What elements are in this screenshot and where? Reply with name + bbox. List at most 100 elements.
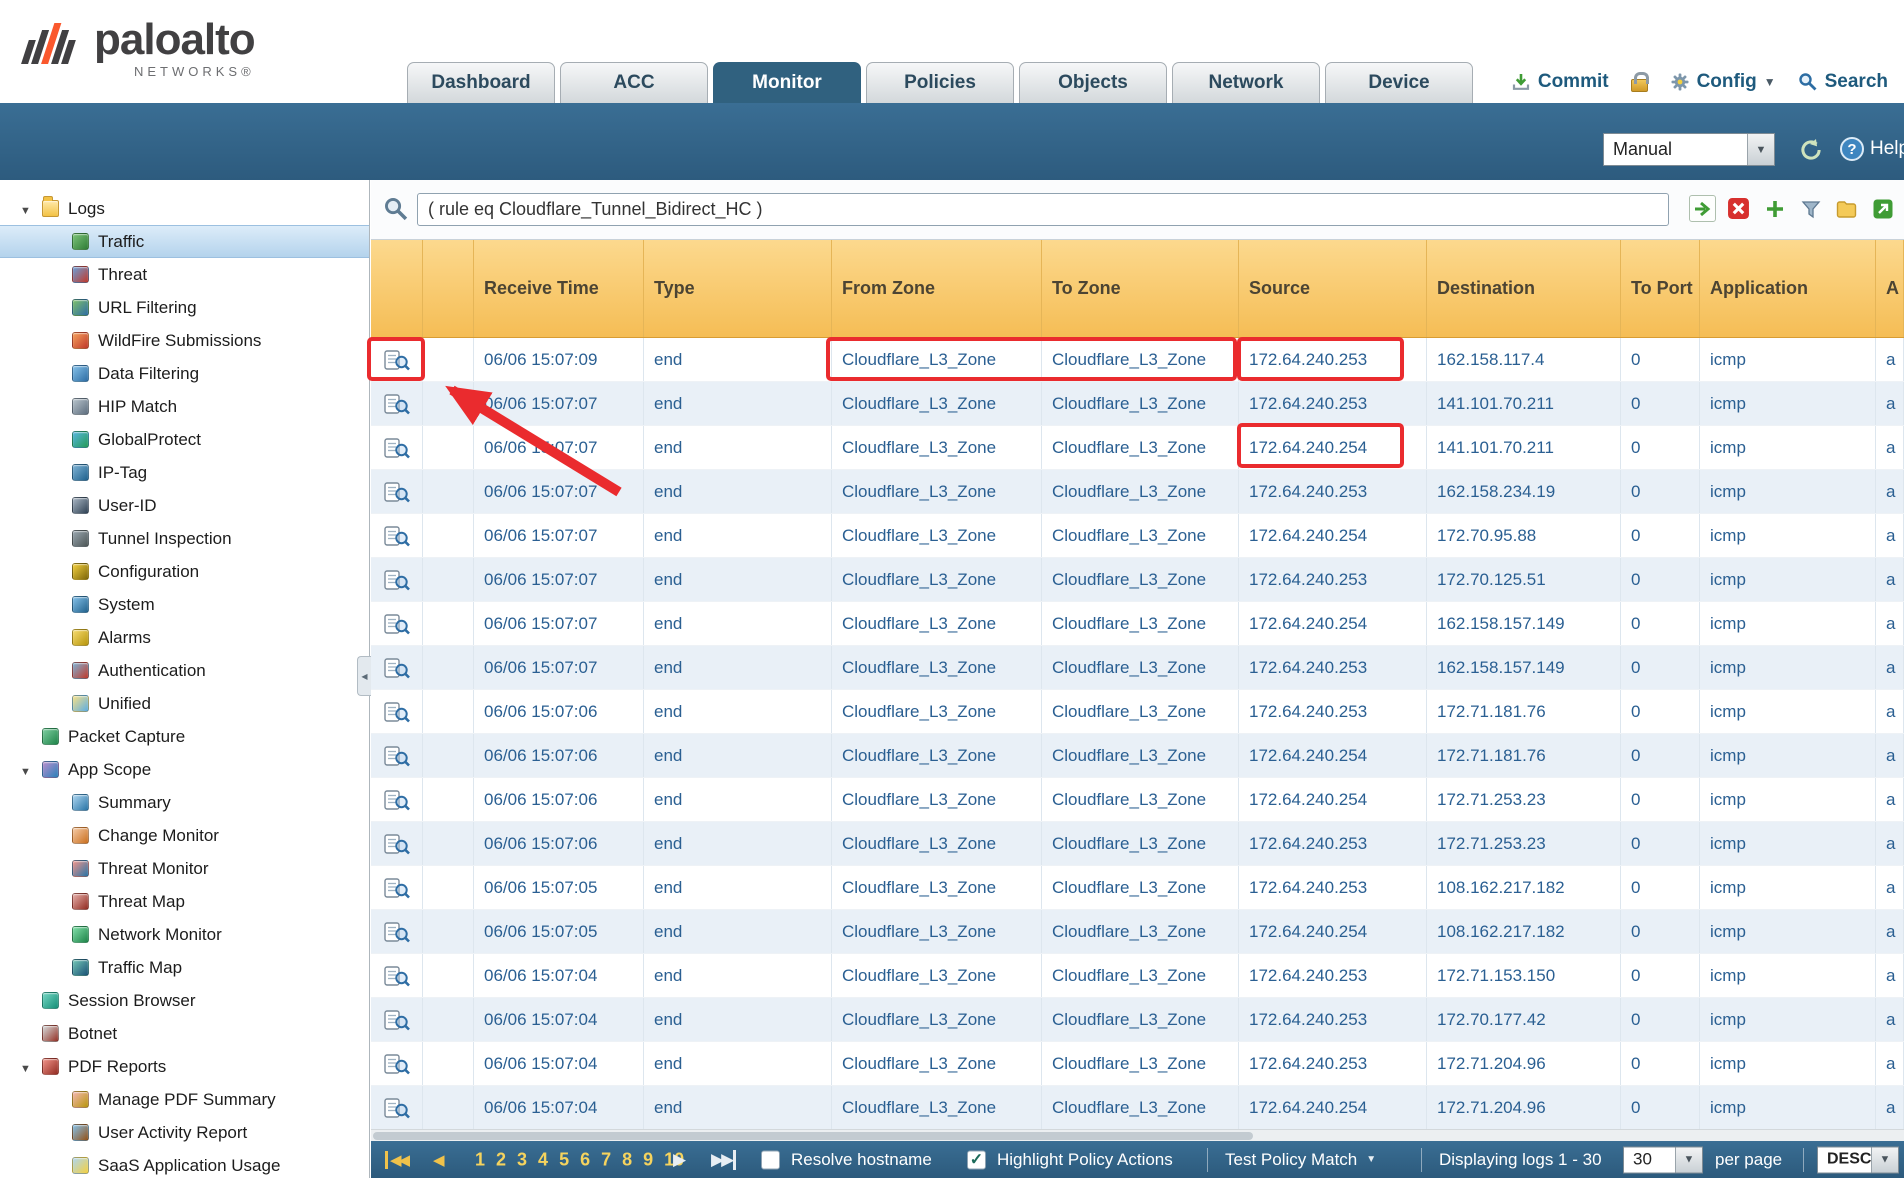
sidebar-item-user-id[interactable]: User-ID <box>0 489 369 522</box>
log-detail-button[interactable] <box>371 338 423 381</box>
sidebar-item-pdf-reports[interactable]: PDF Reports <box>0 1050 369 1083</box>
column-header-to-zone[interactable]: To Zone <box>1042 240 1239 337</box>
load-filter-button[interactable] <box>1833 195 1860 222</box>
page-number[interactable]: 6 <box>580 1149 590 1170</box>
page-number[interactable]: 4 <box>538 1149 548 1170</box>
table-row[interactable]: 06/06 15:07:06 end Cloudflare_L3_Zone Cl… <box>371 822 1904 866</box>
table-row[interactable]: 06/06 15:07:07 end Cloudflare_L3_Zone Cl… <box>371 470 1904 514</box>
log-detail-button[interactable] <box>371 514 423 557</box>
column-header-application[interactable]: Application <box>1700 240 1876 337</box>
table-row[interactable]: 06/06 15:07:06 end Cloudflare_L3_Zone Cl… <box>371 778 1904 822</box>
column-header-source[interactable]: Source <box>1239 240 1427 337</box>
previous-page-button[interactable] <box>433 1151 442 1169</box>
chevron-down-icon[interactable] <box>1871 1147 1898 1172</box>
log-detail-button[interactable] <box>371 602 423 645</box>
sidebar-item-wildfire-submissions[interactable]: WildFire Submissions <box>0 324 369 357</box>
log-detail-button[interactable] <box>371 558 423 601</box>
sidebar-item-traffic-map[interactable]: Traffic Map <box>0 951 369 984</box>
chevron-down-icon[interactable] <box>1675 1147 1702 1172</box>
log-detail-button[interactable] <box>371 866 423 909</box>
page-number[interactable]: 8 <box>622 1149 632 1170</box>
save-filter-button[interactable] <box>1797 195 1824 222</box>
last-page-button[interactable] <box>711 1150 736 1170</box>
column-header-action[interactable]: A <box>1876 240 1904 337</box>
log-detail-button[interactable] <box>371 822 423 865</box>
sidebar-item-user-activity-report[interactable]: User Activity Report <box>0 1116 369 1149</box>
table-row[interactable]: 06/06 15:07:04 end Cloudflare_L3_Zone Cl… <box>371 954 1904 998</box>
highlight-policy-actions-checkbox[interactable] <box>967 1150 986 1169</box>
log-detail-button[interactable] <box>371 690 423 733</box>
sidebar-item-globalprotect[interactable]: GlobalProtect <box>0 423 369 456</box>
log-detail-button[interactable] <box>371 1086 423 1129</box>
tab-device[interactable]: Device <box>1325 62 1473 103</box>
column-header-type[interactable]: Type <box>644 240 832 337</box>
sidebar-item-threat-monitor[interactable]: Threat Monitor <box>0 852 369 885</box>
column-header-from-zone[interactable]: From Zone <box>832 240 1042 337</box>
sidebar-item-botnet[interactable]: Botnet <box>0 1017 369 1050</box>
log-filter-input[interactable] <box>417 193 1669 226</box>
horizontal-scrollbar[interactable] <box>371 1129 1904 1141</box>
sidebar-item-logs[interactable]: Logs <box>0 192 369 225</box>
sidebar-item-saas-application-usage[interactable]: SaaS Application Usage <box>0 1149 369 1178</box>
sidebar-item-packet-capture[interactable]: Packet Capture <box>0 720 369 753</box>
export-logs-button[interactable] <box>1869 195 1896 222</box>
log-detail-button[interactable] <box>371 910 423 953</box>
column-header-to-port[interactable]: To Port <box>1621 240 1700 337</box>
config-menu-button[interactable]: Config ▼ <box>1670 71 1776 93</box>
sidebar-item-traffic[interactable]: Traffic <box>0 225 369 258</box>
tab-acc[interactable]: ACC <box>560 62 708 103</box>
sidebar-item-manage-pdf-summary[interactable]: Manage PDF Summary <box>0 1083 369 1116</box>
sidebar-collapse-handle[interactable] <box>357 656 371 696</box>
table-row[interactable]: 06/06 15:07:07 end Cloudflare_L3_Zone Cl… <box>371 558 1904 602</box>
sidebar-item-authentication[interactable]: Authentication <box>0 654 369 687</box>
sidebar-item-change-monitor[interactable]: Change Monitor <box>0 819 369 852</box>
log-detail-button[interactable] <box>371 954 423 997</box>
sidebar-item-app-scope[interactable]: App Scope <box>0 753 369 786</box>
test-policy-match-button[interactable]: Test Policy Match <box>1225 1150 1376 1170</box>
table-row[interactable]: 06/06 15:07:07 end Cloudflare_L3_Zone Cl… <box>371 514 1904 558</box>
search-button[interactable]: Search <box>1798 71 1888 93</box>
table-row[interactable]: 06/06 15:07:07 end Cloudflare_L3_Zone Cl… <box>371 426 1904 470</box>
log-detail-button[interactable] <box>371 382 423 425</box>
expander-icon[interactable] <box>20 760 42 780</box>
log-detail-button[interactable] <box>371 426 423 469</box>
log-detail-button[interactable] <box>371 1042 423 1085</box>
table-row[interactable]: 06/06 15:07:09 end Cloudflare_L3_Zone Cl… <box>371 338 1904 382</box>
tab-monitor[interactable]: Monitor <box>713 62 861 103</box>
table-row[interactable]: 06/06 15:07:06 end Cloudflare_L3_Zone Cl… <box>371 734 1904 778</box>
table-row[interactable]: 06/06 15:07:04 end Cloudflare_L3_Zone Cl… <box>371 1042 1904 1086</box>
page-number[interactable]: 3 <box>517 1149 527 1170</box>
sidebar-item-tunnel-inspection[interactable]: Tunnel Inspection <box>0 522 369 555</box>
sidebar-item-threat[interactable]: Threat <box>0 258 369 291</box>
column-header-receive-time[interactable]: Receive Time <box>474 240 644 337</box>
per-page-select[interactable]: 30 <box>1623 1146 1703 1173</box>
sidebar-item-ip-tag[interactable]: IP-Tag <box>0 456 369 489</box>
table-row[interactable]: 06/06 15:07:07 end Cloudflare_L3_Zone Cl… <box>371 382 1904 426</box>
log-detail-button[interactable] <box>371 470 423 513</box>
sort-order-select[interactable]: DESC <box>1817 1146 1899 1173</box>
sidebar-item-system[interactable]: System <box>0 588 369 621</box>
lock-button[interactable] <box>1631 72 1648 92</box>
resolve-hostname-checkbox[interactable] <box>761 1150 780 1169</box>
log-detail-button[interactable] <box>371 734 423 777</box>
log-detail-button[interactable] <box>371 998 423 1041</box>
page-number[interactable]: 7 <box>601 1149 611 1170</box>
chevron-down-icon[interactable] <box>1747 134 1774 165</box>
sidebar-item-alarms[interactable]: Alarms <box>0 621 369 654</box>
sidebar-item-summary[interactable]: Summary <box>0 786 369 819</box>
expander-icon[interactable] <box>20 199 42 219</box>
apply-filter-button[interactable] <box>1689 195 1716 222</box>
refresh-interval-select[interactable]: Manual <box>1603 133 1775 166</box>
sidebar-item-url-filtering[interactable]: URL Filtering <box>0 291 369 324</box>
log-detail-button[interactable] <box>371 778 423 821</box>
sidebar-item-network-monitor[interactable]: Network Monitor <box>0 918 369 951</box>
page-number[interactable]: 9 <box>643 1149 653 1170</box>
table-row[interactable]: 06/06 15:07:04 end Cloudflare_L3_Zone Cl… <box>371 998 1904 1042</box>
sidebar-item-session-browser[interactable]: Session Browser <box>0 984 369 1017</box>
tab-network[interactable]: Network <box>1172 62 1320 103</box>
help-button[interactable]: Help <box>1840 137 1904 161</box>
tab-dashboard[interactable]: Dashboard <box>407 62 555 103</box>
sidebar-item-hip-match[interactable]: HIP Match <box>0 390 369 423</box>
sidebar-item-threat-map[interactable]: Threat Map <box>0 885 369 918</box>
add-filter-button[interactable] <box>1761 195 1788 222</box>
